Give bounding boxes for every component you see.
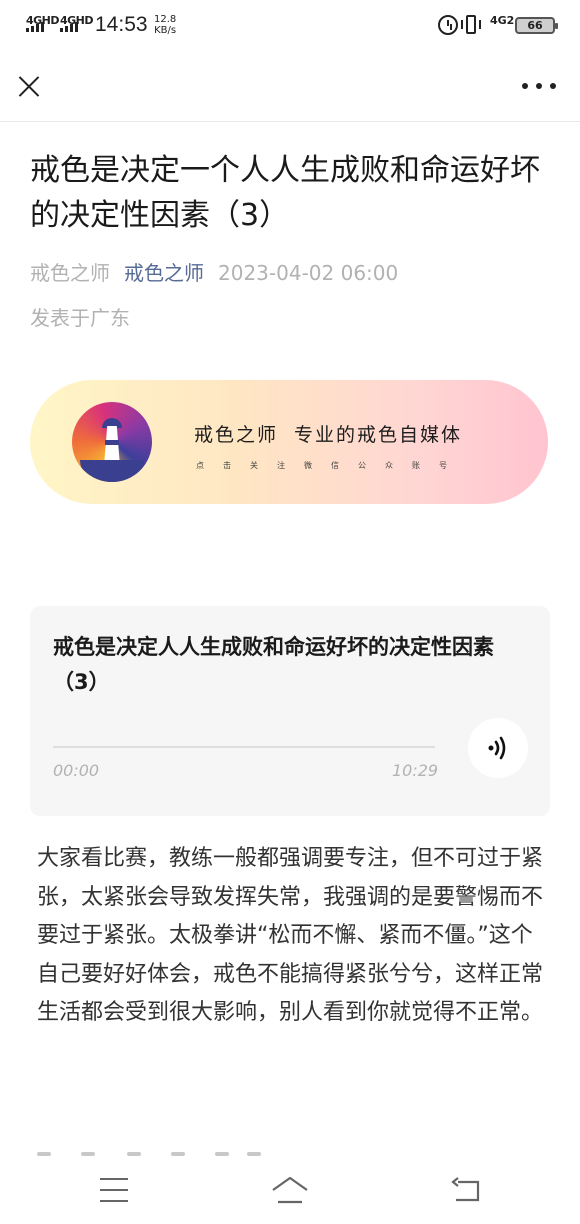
- audio-progress-bar[interactable]: [53, 746, 435, 748]
- hamburger-icon: [100, 1178, 128, 1180]
- audio-title: 戒色是决定人人生成败和命运好坏的决定性因素（3）: [53, 635, 494, 694]
- banner-title: 戒色之师 专业的戒色自媒体: [194, 420, 462, 447]
- status-time: 14:53: [95, 13, 148, 36]
- system-nav-bar: [0, 1158, 580, 1224]
- audio-current-time: 00:00: [53, 761, 100, 780]
- banner-slogan: 专业的戒色自媒体: [294, 424, 463, 446]
- back-button[interactable]: [450, 1174, 484, 1206]
- lighthouse-logo-icon: [72, 402, 152, 482]
- signal-2-icon: [60, 22, 78, 32]
- signal-3-label: 4G2: [490, 14, 515, 27]
- audio-wave-icon: [488, 736, 506, 760]
- banner-subtitle: 点击关注微信公众账号: [196, 461, 466, 470]
- audio-duration: 10:29: [392, 761, 439, 780]
- home-button[interactable]: [270, 1174, 310, 1206]
- article-paragraph: 大家看比赛，教练一般都强调要专注，但不可过于紧张，太紧张会导致发挥失常，我强调的…: [37, 846, 544, 1025]
- article-meta: 戒色之师 戒色之师 2023-04-02 06:00: [30, 259, 398, 287]
- publish-location: 发表于广东: [30, 306, 130, 330]
- follow-banner[interactable]: 戒色之师 专业的戒色自媒体 点击关注微信公众账号: [30, 380, 548, 504]
- audio-card[interactable]: 戒色是决定人人生成败和命运好坏的决定性因素（3） 00:00 10:29: [30, 606, 550, 816]
- top-nav: [0, 52, 580, 122]
- home-icon: [272, 1176, 308, 1204]
- account-name: 戒色之师: [30, 261, 110, 285]
- signal-1-icon: [26, 22, 44, 32]
- more-dots-icon: [522, 83, 528, 89]
- net-speed: 12.8 KB/s: [154, 14, 176, 36]
- banner-name: 戒色之师: [194, 424, 279, 446]
- vibrate-icon: [461, 15, 481, 34]
- status-bar: 4GHD 4GHD 14:53 12.8 KB/s 4G2 66: [0, 0, 580, 52]
- next-paragraph-hint: [37, 1150, 547, 1158]
- author-link[interactable]: 戒色之师: [124, 261, 204, 285]
- net-speed-unit: KB/s: [154, 25, 177, 36]
- close-button[interactable]: [14, 71, 44, 101]
- more-button[interactable]: [522, 76, 556, 96]
- battery-icon: 66: [515, 17, 558, 34]
- article-title: 戒色是决定一个人人生成败和命运好坏的决定性因素（3）: [30, 153, 540, 233]
- alarm-icon: [438, 15, 458, 35]
- audio-play-button[interactable]: [468, 718, 528, 778]
- net-speed-value: 12.8: [154, 14, 177, 25]
- publish-date: 2023-04-02 06:00: [218, 261, 399, 285]
- back-icon: [451, 1177, 480, 1202]
- menu-button[interactable]: [100, 1178, 128, 1202]
